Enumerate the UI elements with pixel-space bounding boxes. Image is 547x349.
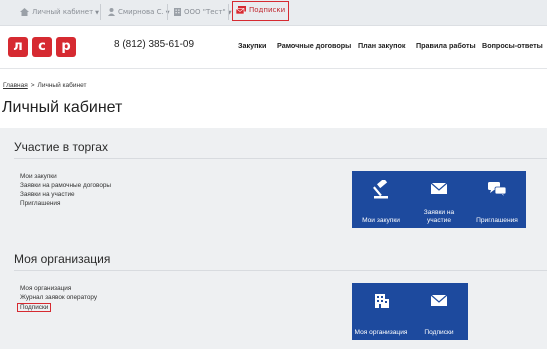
organization-menu[interactable]: ООО "Тест" ▼ bbox=[174, 4, 232, 20]
envelope-icon bbox=[430, 294, 448, 306]
gavel-icon bbox=[373, 180, 388, 199]
tile-label: Мои закупки bbox=[362, 217, 400, 224]
phone-number: 8 (812) 385-61-09 bbox=[114, 39, 195, 50]
tile-subscriptions[interactable]: Подписки bbox=[410, 283, 468, 340]
tile-invitations[interactable]: Приглашения bbox=[468, 171, 526, 228]
link-invitations[interactable]: Приглашения bbox=[20, 200, 60, 207]
link-participation-applications[interactable]: Заявки на участие bbox=[20, 191, 75, 198]
tile-label: Подписки bbox=[424, 329, 454, 336]
divider bbox=[167, 4, 168, 20]
breadcrumb-separator: > bbox=[30, 82, 35, 89]
tile-participation-applications[interactable]: Заявки на участие bbox=[410, 171, 468, 228]
building-icon bbox=[375, 294, 389, 308]
logo-letter: с bbox=[32, 37, 52, 57]
tile-label: Моя организация bbox=[354, 329, 408, 336]
logo-letter: л bbox=[8, 37, 28, 57]
header-divider bbox=[0, 68, 547, 69]
link-subscriptions[interactable]: Подписки bbox=[17, 303, 52, 312]
tile-label: Приглашения bbox=[476, 217, 518, 224]
user-menu[interactable]: Смирнова С.▼ bbox=[108, 4, 170, 20]
site-header: л с р 8 (812) 385-61-09 Закупки Рамочные… bbox=[0, 27, 547, 67]
lsr-logo[interactable]: л с р bbox=[8, 37, 76, 57]
breadcrumb-current: Личный кабинет bbox=[37, 82, 87, 89]
top-bar: Личный кабинет▼ Смирнова С.▼ ООО "Тест"▼… bbox=[0, 0, 547, 26]
tile-my-purchases[interactable]: Мои закупки bbox=[352, 171, 410, 228]
breadcrumb-home[interactable]: Главная bbox=[3, 82, 28, 89]
link-my-organization[interactable]: Моя организация bbox=[20, 285, 71, 292]
subscriptions-link[interactable]: Подписки bbox=[232, 1, 290, 21]
cabinet-menu[interactable]: Личный кабинет ▼ bbox=[20, 4, 99, 20]
cabinet-menu-label: Личный кабинет bbox=[32, 8, 94, 16]
nav-framework-contracts[interactable]: Рамочные договоры bbox=[277, 41, 351, 50]
nav-purchase-plan[interactable]: План закупок bbox=[358, 41, 405, 50]
envelope-icon bbox=[430, 182, 448, 194]
section-title-organization: Моя организация bbox=[14, 252, 111, 266]
user-icon bbox=[108, 8, 115, 16]
link-operator-requests-log[interactable]: Журнал заявок оператору bbox=[20, 294, 97, 301]
link-my-purchases[interactable]: Мои закупки bbox=[20, 173, 57, 180]
nav-rules[interactable]: Правила работы bbox=[416, 41, 476, 50]
building-icon bbox=[174, 8, 181, 16]
breadcrumb: Главная > Личный кабинет bbox=[3, 82, 86, 89]
organization-menu-label: ООО "Тест" bbox=[184, 8, 226, 16]
subscriptions-link-label: Подписки bbox=[249, 6, 286, 14]
home-icon bbox=[20, 8, 29, 16]
divider bbox=[100, 4, 101, 20]
divider bbox=[228, 4, 229, 20]
user-menu-label: Смирнова С. bbox=[118, 8, 164, 16]
section-title-trading: Участие в торгах bbox=[14, 140, 108, 154]
logo-letter: р bbox=[56, 37, 76, 57]
cabinet-panel: Участие в торгах Мои закупки Заявки на р… bbox=[0, 128, 547, 349]
tile-label: Заявки на участие bbox=[423, 209, 455, 224]
section-divider bbox=[14, 158, 547, 159]
tile-my-organization[interactable]: Моя организация bbox=[352, 283, 410, 340]
chat-bubbles-icon bbox=[488, 182, 507, 196]
link-framework-applications[interactable]: Заявки на рамочные договоры bbox=[20, 182, 111, 189]
page-title: Личный кабинет bbox=[2, 99, 123, 116]
section-divider bbox=[14, 270, 547, 271]
nav-faq[interactable]: Вопросы-ответы bbox=[482, 41, 543, 50]
chevron-down-icon: ▼ bbox=[95, 10, 100, 16]
envelopes-icon bbox=[236, 6, 246, 14]
nav-purchases[interactable]: Закупки bbox=[238, 41, 266, 50]
